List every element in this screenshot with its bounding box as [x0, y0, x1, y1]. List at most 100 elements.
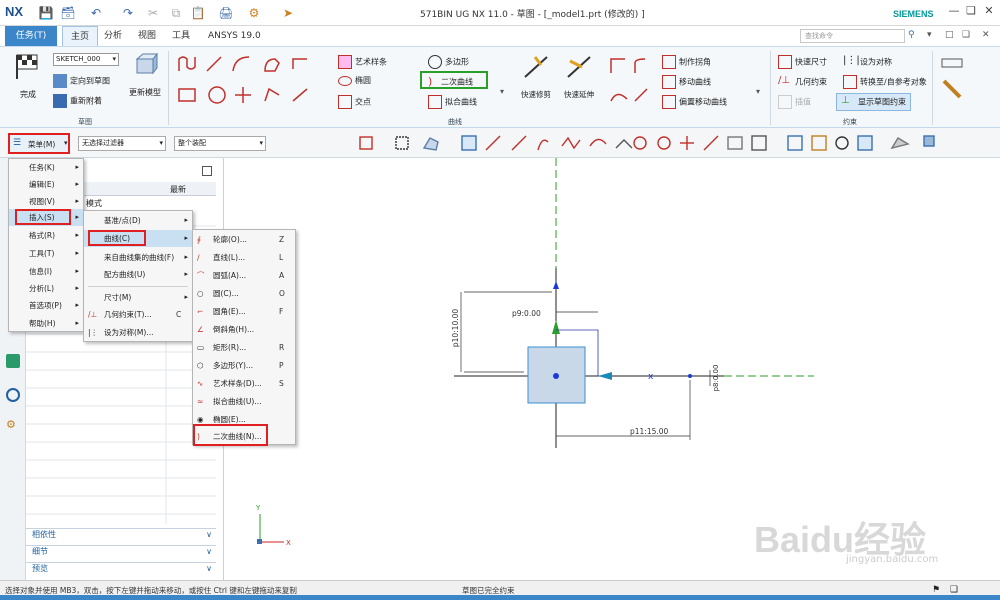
curve-item-studio-spline[interactable]: ∿ 艺术样条(D)... S [193, 375, 295, 392]
update-model-label: 更新模型 [129, 88, 161, 97]
undo-icon[interactable]: ↶ [88, 5, 104, 21]
role-icon[interactable]: ⚙ [6, 418, 20, 432]
curve-item-conic[interactable]: ) 二次曲线(N)... [193, 424, 295, 446]
flag-icon[interactable]: ⚑ [932, 585, 940, 595]
update-model-button[interactable]: 更新模型 [125, 51, 165, 98]
restore-icon[interactable]: ❏ [962, 30, 970, 40]
curve-item-circle[interactable]: ○ 圆(C)... O [193, 285, 295, 302]
curve-item-line[interactable]: ∕ 直线(L)... L [193, 249, 295, 266]
window-icon[interactable]: ➤ [280, 5, 296, 21]
submenu-curve[interactable]: 曲线(C) ▸ [84, 230, 192, 247]
curve-item-polygon[interactable]: ⬡ 多边形(Y)... P [193, 357, 295, 374]
save-icon[interactable]: 💾 [38, 5, 54, 21]
more-icon[interactable]: ▾ [500, 87, 504, 96]
snap-point-icons[interactable] [276, 134, 976, 154]
window-icon[interactable]: ❏ [950, 585, 958, 595]
redo-icon[interactable]: ↷ [120, 5, 136, 21]
submenu-recipe-curve[interactable]: 配方曲线(U) ▸ [84, 266, 192, 283]
restore-icon[interactable]: ❏ [962, 4, 980, 20]
save-all-icon[interactable]: 🗃 [60, 5, 76, 21]
accordion-preview[interactable]: 预览 ∨ [26, 562, 216, 575]
tools-icons[interactable] [940, 55, 964, 105]
edit-curve-icons[interactable] [605, 53, 655, 113]
tab-view[interactable]: 视图 [130, 26, 164, 46]
reattach-button[interactable]: 重新附着 [53, 94, 102, 108]
submenu-curve-from-curves[interactable]: 来自曲线集的曲线(F) ▸ [84, 249, 192, 266]
selection-filter-select[interactable]: 无选择过滤器 ▾ [78, 136, 166, 151]
menu-item-preferences[interactable]: 首选项(P) ▸ [9, 297, 83, 314]
interpolate-button[interactable]: 插值 [778, 95, 811, 109]
tab-tools[interactable]: 工具 [164, 26, 198, 46]
curve-item-profile[interactable]: ∮ 轮廓(O)... Z [193, 231, 295, 248]
ellipse-button[interactable]: 椭圆 [338, 75, 371, 86]
offset-move-curve-button[interactable]: 偏置移动曲线 [662, 95, 727, 109]
fit-curve-button[interactable]: 拟合曲线 [428, 95, 477, 109]
menu-item-help[interactable]: 帮助(H) ▸ [9, 315, 83, 332]
quick-extend-button[interactable]: 快速延伸 [558, 53, 600, 100]
submenu-make-symmetric[interactable]: |⋮ 设为对称(M)... [84, 324, 192, 341]
clock-icon[interactable] [6, 388, 20, 402]
cut-icon[interactable]: ✂ [145, 5, 161, 21]
graphics-window[interactable]: x p10:10.00 p9:0.00 p11:15.00 p8:0.00 Y … [224, 158, 1000, 580]
polygon-label: 多边形 [445, 57, 469, 67]
accordion-detail[interactable]: 细节 ∨ [26, 545, 216, 558]
menu-button[interactable]: ☰ 菜单(M) ▾ [8, 133, 70, 154]
curve-item-fillet[interactable]: ⌐ 圆角(E)... F [193, 303, 295, 320]
panel-maximize-icon[interactable] [202, 166, 212, 176]
curve-item-arc[interactable]: ⌒ 圆弧(A)... A [193, 267, 295, 284]
curve-item-rectangle[interactable]: ▭ 矩形(R)... R [193, 339, 295, 356]
rapid-dimension-button[interactable]: 快速尺寸 [778, 55, 827, 69]
make-corner-button[interactable]: 制作拐角 [662, 55, 711, 69]
close-icon[interactable]: ✕ [980, 4, 998, 20]
paste-icon[interactable]: 📋 [190, 5, 206, 21]
make-symmetric-button[interactable]: |⋮|设为对称 [843, 55, 892, 69]
menu-item-edit[interactable]: 编辑(E) ▸ [9, 176, 83, 193]
minimize-icon[interactable]: — [945, 4, 963, 20]
finish-button[interactable]: 完成 [8, 51, 48, 111]
menu-item-tools[interactable]: 工具(T) ▸ [9, 245, 83, 262]
polygon-button[interactable]: 多边形 [428, 55, 469, 69]
print-icon[interactable]: 🖨 [218, 5, 234, 21]
menu-item-insert[interactable]: 插入(S) ▸ [9, 209, 83, 226]
curve-item-chamfer[interactable]: ∠ 倒斜角(H)... [193, 321, 295, 338]
accordion-dependency-label: 相依性 [32, 530, 56, 539]
intersection-point-button[interactable]: 交点 [338, 95, 371, 109]
menu-item-analysis[interactable]: 分析(L) ▸ [9, 280, 83, 297]
copy-icon[interactable]: ⧉ [168, 5, 184, 21]
menu-item-info[interactable]: 信息(I) ▸ [9, 263, 83, 280]
more-icon[interactable]: ▾ [756, 87, 760, 96]
search-icon[interactable]: ⚲ [908, 30, 915, 40]
accordion-dependency[interactable]: 相依性 ∨ [26, 528, 216, 541]
history-icon[interactable] [6, 354, 20, 368]
curve-item-fit-curve[interactable]: ≈ 拟合曲线(U)... [193, 393, 295, 410]
chevron-down-icon[interactable]: ▾ [927, 30, 932, 40]
touch-mode-icon[interactable]: ⚙ [246, 5, 262, 21]
help-icon[interactable]: □ [945, 30, 954, 40]
tab-task[interactable]: 任务(T) [5, 26, 57, 46]
menu-item-task[interactable]: 任务(K) ▸ [9, 159, 83, 176]
intersection-point-icon [338, 95, 352, 109]
command-search-input[interactable]: 查找命令 [800, 29, 905, 43]
conic-button[interactable]: ) 二次曲线 [428, 75, 473, 89]
menu-item-view[interactable]: 视图(V) ▸ [9, 193, 83, 210]
x-direction-arrow [598, 372, 612, 380]
bottom-border [0, 595, 1000, 600]
tab-ansys[interactable]: ANSYS 19.0 [200, 26, 269, 46]
menu-item-format[interactable]: 格式(R) ▸ [9, 227, 83, 244]
tab-analysis[interactable]: 分析 [96, 26, 130, 46]
sketch-name-select[interactable]: SKETCH_000 ▾ [53, 53, 119, 66]
move-curve-button[interactable]: 移动曲线 [662, 75, 711, 89]
orient-to-sketch-button[interactable]: 定向到草图 [53, 74, 110, 88]
geometric-constraint-button[interactable]: /⊥ 几何约束 [778, 75, 827, 89]
submenu-dimension[interactable]: 尺寸(M) ▸ [84, 289, 192, 306]
studio-spline-button[interactable]: 艺术样条 [338, 55, 387, 69]
tab-home[interactable]: 主页 [62, 26, 99, 46]
close-icon[interactable]: ✕ [982, 30, 990, 40]
assembly-scope-select[interactable]: 整个装配 ▾ [174, 136, 266, 151]
submenu-geometric-constraint[interactable]: /⊥ 几何约束(T)... C [84, 306, 192, 323]
convert-reference-button[interactable]: 转换至/自参考对象 [843, 75, 927, 89]
submenu-datum-point[interactable]: 基准/点(D) ▸ [84, 212, 192, 229]
quick-trim-button[interactable]: 快速修剪 [515, 53, 557, 100]
curve-tools-icons[interactable] [175, 53, 325, 113]
show-constraints-toggle[interactable]: ⊥ 显示草图约束 [836, 93, 911, 111]
